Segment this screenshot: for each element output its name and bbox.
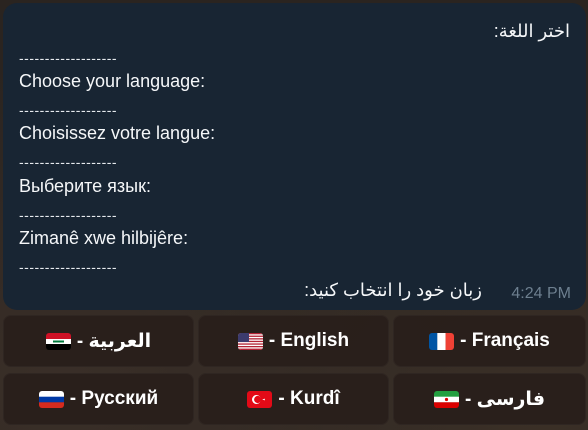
france-flag-icon [429, 332, 455, 350]
us-flag-icon [237, 332, 263, 350]
message-line-kurdish: Zimanê xwe hilbijêre: [19, 228, 189, 248]
separator: ------------------- [19, 207, 118, 223]
language-button-kurdish[interactable]: - Kurdî [198, 373, 389, 425]
message-line-english: Choose your language: [19, 71, 206, 91]
language-button-arabic[interactable]: العربية - [3, 315, 194, 367]
button-label: - English [268, 330, 350, 351]
button-label: فارسی - [464, 388, 546, 410]
language-button-russian[interactable]: - Русский [3, 373, 194, 425]
separator: ------------------- [19, 154, 118, 170]
message-line-russian: Выберите язык: [19, 176, 151, 196]
button-label: - Français [460, 330, 550, 351]
iran-flag-icon [433, 390, 459, 408]
message-bubble: اختر اللغة: ------------------- Choose y… [3, 3, 586, 310]
russia-flag-icon [38, 390, 64, 408]
message-line-persian: زبان خود را انتخاب کنید: [304, 280, 482, 300]
separator: ------------------- [19, 102, 118, 118]
button-label: - Kurdî [278, 388, 340, 409]
language-button-french[interactable]: - Français [393, 315, 586, 367]
button-label: العربية - [76, 330, 152, 352]
message-timestamp: 4:24 PM [511, 285, 571, 302]
separator: ------------------- [19, 259, 118, 275]
iraq-flag-icon [45, 332, 71, 350]
inline-keyboard: العربية - - English - Français - Русский… [3, 315, 586, 428]
message-line-arabic: اختر اللغة: [493, 21, 570, 41]
message-line-french: Choisissez votre langue: [19, 123, 216, 143]
language-button-persian[interactable]: فارسی - [393, 373, 586, 425]
button-label: - Русский [69, 388, 159, 409]
separator: ------------------- [19, 50, 118, 66]
turkey-flag-icon [247, 390, 273, 408]
language-button-english[interactable]: - English [198, 315, 389, 367]
